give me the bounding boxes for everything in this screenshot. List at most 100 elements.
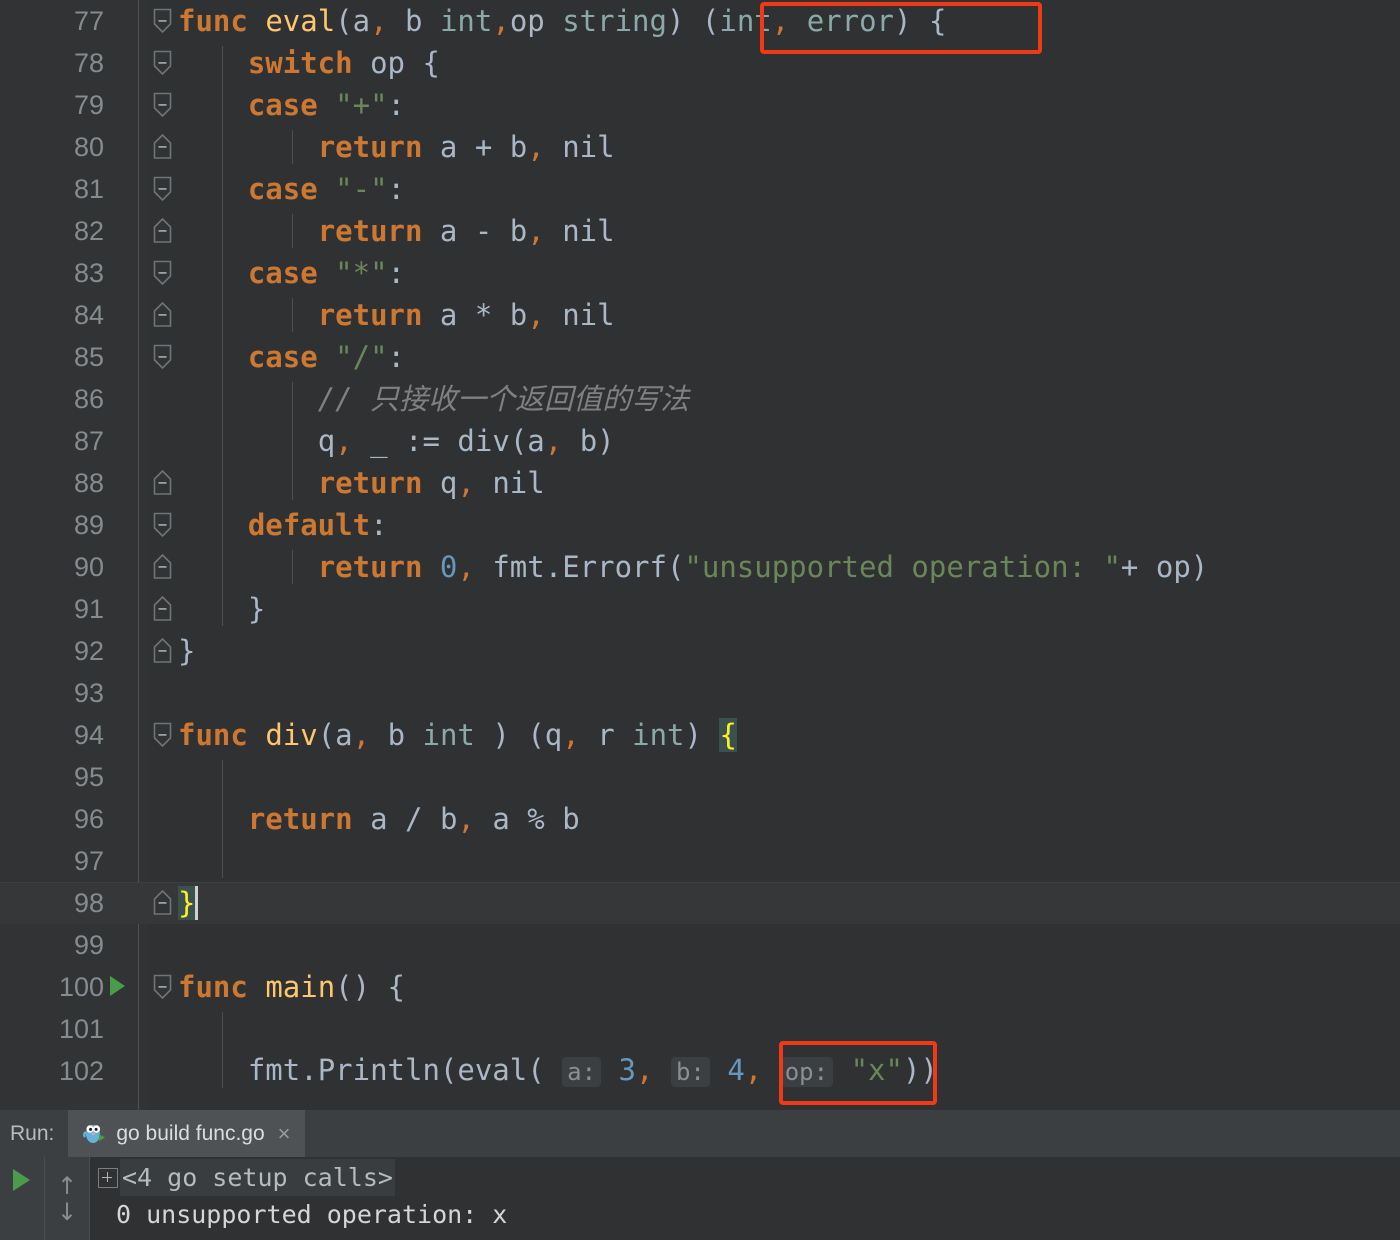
code-text[interactable]: default: — [178, 504, 1400, 546]
fold-open-icon[interactable] — [153, 260, 172, 286]
console-output[interactable]: <4 go setup calls> 0 unsupported operati… — [90, 1157, 1400, 1240]
code-line-84[interactable]: 84 return a * b, nil — [0, 294, 1400, 336]
rerun-icon[interactable] — [13, 1169, 30, 1191]
code-text[interactable]: case "*": — [178, 252, 1400, 294]
code-line-88[interactable]: 88 return q, nil — [0, 462, 1400, 504]
fold-close-icon[interactable] — [153, 134, 172, 160]
code-text[interactable]: return a * b, nil — [178, 294, 1400, 336]
code-line-85[interactable]: 85 case "/": — [0, 336, 1400, 378]
console-navigation: ↑ ↓ — [45, 1157, 90, 1240]
console-result-text: 0 unsupported operation: x — [98, 1196, 507, 1233]
code-text[interactable]: q, _ := div(a, b) — [178, 420, 1400, 462]
code-text[interactable]: return 0, fmt.Errorf("unsupported operat… — [178, 546, 1400, 588]
code-text[interactable]: return a + b, nil — [178, 126, 1400, 168]
code-line-89[interactable]: 89 default: — [0, 504, 1400, 546]
code-text[interactable]: // 只接收一个返回值的写法 — [178, 378, 1400, 420]
code-line-86[interactable]: 86 // 只接收一个返回值的写法 — [0, 378, 1400, 420]
line-number: 79 — [0, 90, 104, 121]
code-line-94[interactable]: 94func div(a, b int ) (q, r int) { — [0, 714, 1400, 756]
line-number: 91 — [0, 594, 104, 625]
gutter-icons — [104, 798, 148, 840]
code-text[interactable]: case "-": — [178, 168, 1400, 210]
code-line-80[interactable]: 80 return a + b, nil — [0, 126, 1400, 168]
fold-close-icon[interactable] — [153, 470, 172, 496]
fold-close-icon[interactable] — [153, 890, 172, 916]
run-window-label: Run: — [0, 1122, 68, 1146]
console-folded-line[interactable]: <4 go setup calls> — [98, 1159, 1400, 1196]
fold-marker-cell — [148, 294, 178, 336]
code-line-79[interactable]: 79 case "+": — [0, 84, 1400, 126]
code-line-101[interactable]: 101 — [0, 1008, 1400, 1050]
code-text[interactable]: func main() { — [178, 966, 1400, 1008]
code-line-92[interactable]: 92} — [0, 630, 1400, 672]
code-text[interactable]: } — [178, 630, 1400, 672]
fold-close-icon[interactable] — [153, 596, 172, 622]
code-line-96[interactable]: 96 return a / b, a % b — [0, 798, 1400, 840]
fold-marker-cell — [148, 756, 178, 798]
code-line-81[interactable]: 81 case "-": — [0, 168, 1400, 210]
indent-guide — [292, 130, 293, 164]
line-number: 82 — [0, 216, 104, 247]
fold-open-icon[interactable] — [153, 92, 172, 118]
code-line-77[interactable]: 77func eval(a, b int,op string) (int, er… — [0, 0, 1400, 42]
code-text[interactable]: switch op { — [178, 42, 1400, 84]
code-text[interactable]: } — [178, 882, 1400, 924]
fold-open-icon[interactable] — [153, 344, 172, 370]
code-line-99[interactable]: 99 — [0, 924, 1400, 966]
fold-open-icon[interactable] — [153, 512, 172, 538]
arrow-up-icon[interactable]: ↑ — [57, 1175, 77, 1197]
fold-open-icon[interactable] — [153, 176, 172, 202]
fold-open-icon[interactable] — [153, 50, 172, 76]
code-line-95[interactable]: 95 — [0, 756, 1400, 798]
code-text[interactable]: return a - b, nil — [178, 210, 1400, 252]
fold-close-icon[interactable] — [153, 218, 172, 244]
gutter-icons — [104, 504, 148, 546]
code-text[interactable]: func div(a, b int ) (q, r int) { — [178, 714, 1400, 756]
fold-marker-cell — [148, 84, 178, 126]
code-text[interactable]: return a / b, a % b — [178, 798, 1400, 840]
line-number: 93 — [0, 678, 104, 709]
code-line-83[interactable]: 83 case "*": — [0, 252, 1400, 294]
fold-marker-cell — [148, 504, 178, 546]
code-text[interactable]: } — [178, 588, 1400, 630]
code-text[interactable]: fmt.Println(eval( a: 3, b: 4, op: "x")) — [178, 1049, 1400, 1093]
line-number: 80 — [0, 132, 104, 163]
code-line-87[interactable]: 87 q, _ := div(a, b) — [0, 420, 1400, 462]
gutter-icons — [104, 252, 148, 294]
fold-open-icon[interactable] — [153, 8, 172, 34]
fold-close-icon[interactable] — [153, 554, 172, 580]
expand-fold-icon[interactable] — [98, 1168, 118, 1188]
arrow-down-icon[interactable]: ↓ — [57, 1201, 77, 1223]
code-line-93[interactable]: 93 — [0, 672, 1400, 714]
code-line-98[interactable]: 98} — [0, 882, 1400, 924]
run-function-icon[interactable] — [110, 976, 125, 996]
code-text[interactable]: func eval(a, b int,op string) (int, erro… — [178, 0, 1400, 42]
run-configuration-tab[interactable]: go build func.go × — [68, 1110, 304, 1157]
code-line-97[interactable]: 97 — [0, 840, 1400, 882]
fold-close-icon[interactable] — [153, 302, 172, 328]
code-editor[interactable]: 77func eval(a, b int,op string) (int, er… — [0, 0, 1400, 1110]
line-number: 84 — [0, 300, 104, 331]
gutter-icons — [104, 0, 148, 42]
code-line-78[interactable]: 78 switch op { — [0, 42, 1400, 84]
code-text[interactable]: case "/": — [178, 336, 1400, 378]
fold-close-icon[interactable] — [153, 638, 172, 664]
code-text[interactable]: return q, nil — [178, 462, 1400, 504]
code-line-82[interactable]: 82 return a - b, nil — [0, 210, 1400, 252]
code-line-102[interactable]: 102 fmt.Println(eval( a: 3, b: 4, op: "x… — [0, 1050, 1400, 1092]
line-number: 83 — [0, 258, 104, 289]
code-line-91[interactable]: 91 } — [0, 588, 1400, 630]
code-text[interactable]: case "+": — [178, 84, 1400, 126]
line-number: 98 — [0, 888, 104, 919]
code-line-100[interactable]: 100func main() { — [0, 966, 1400, 1008]
fold-open-icon[interactable] — [153, 722, 172, 748]
indent-guide — [292, 214, 293, 248]
run-tool-window: Run: go build func.go × — [0, 1110, 1400, 1240]
fold-open-icon[interactable] — [153, 974, 172, 1000]
code-line-90[interactable]: 90 return 0, fmt.Errorf("unsupported ope… — [0, 546, 1400, 588]
indent-guide — [222, 760, 223, 878]
line-number: 90 — [0, 552, 104, 583]
line-number: 78 — [0, 48, 104, 79]
run-toolbar — [0, 1157, 45, 1240]
close-icon[interactable]: × — [278, 1121, 291, 1147]
